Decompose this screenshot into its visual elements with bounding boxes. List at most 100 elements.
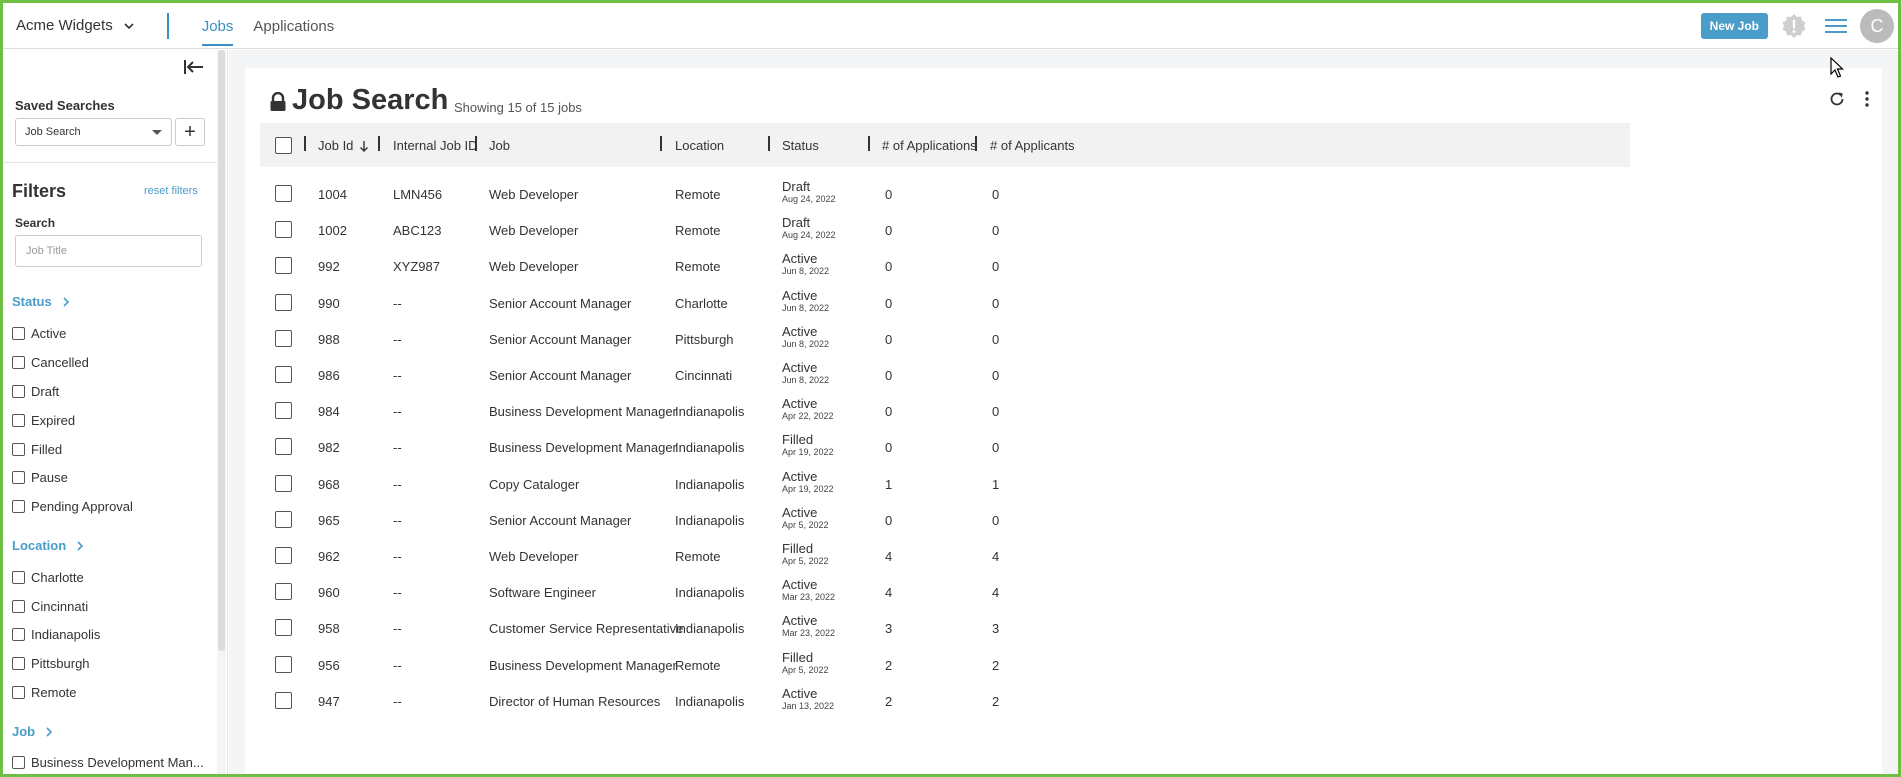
checkbox[interactable]: [12, 756, 25, 769]
sidebar-scrollbar-thumb[interactable]: [218, 50, 225, 651]
row-checkbox[interactable]: [275, 583, 292, 601]
user-avatar[interactable]: C: [1860, 9, 1894, 43]
table-row[interactable]: 982 -- Business Development Manager Indiana…: [260, 429, 1630, 465]
table-row[interactable]: 958 -- Customer Service Representative Indi…: [260, 610, 1630, 646]
page-title: Job Search: [292, 84, 449, 116]
filter-location-pittsburgh[interactable]: Pittsburgh: [12, 656, 90, 671]
row-checkbox[interactable]: [275, 655, 292, 673]
new-job-button[interactable]: New Job: [1700, 13, 1768, 39]
tab-jobs[interactable]: Jobs: [201, 5, 234, 46]
column-divider[interactable]: [768, 136, 770, 151]
table-row[interactable]: 986 -- Senior Account Manager Cincinnati 0 0 A…: [260, 357, 1630, 393]
column-internal-job-id[interactable]: Internal Job ID: [393, 138, 478, 153]
filter-location-indianapolis[interactable]: Indianapolis: [12, 627, 100, 642]
filter-status-cancelled[interactable]: Cancelled: [12, 355, 89, 370]
checkbox[interactable]: [12, 600, 25, 613]
status-label: Active: [782, 360, 818, 375]
row-checkbox[interactable]: [275, 438, 292, 456]
column-divider[interactable]: [475, 136, 477, 151]
filter-status-expired[interactable]: Expired: [12, 413, 75, 428]
column-divider[interactable]: [660, 136, 662, 151]
row-checkbox[interactable]: [275, 185, 292, 202]
filter-status-pending-approval[interactable]: Pending Approval: [12, 499, 133, 514]
row-checkbox[interactable]: [275, 329, 292, 347]
filter-status-active[interactable]: Active: [12, 326, 66, 341]
checkbox[interactable]: [12, 686, 25, 699]
column-divider[interactable]: [975, 136, 977, 151]
cell-job-title: Web Developer: [489, 223, 579, 239]
checkbox[interactable]: [12, 385, 25, 398]
table-row[interactable]: 984 -- Business Development Manager Indiana…: [260, 393, 1630, 429]
job-title-search-input[interactable]: [15, 235, 202, 267]
status-label: Active: [782, 251, 818, 267]
checkbox[interactable]: [12, 500, 25, 513]
table-row[interactable]: 947 -- Director of Human Resources Indianap…: [260, 683, 1630, 719]
table-row[interactable]: 1002 ABC123 Web Developer Remote 0 0 Draft Aug …: [260, 212, 1630, 248]
checkbox[interactable]: [12, 571, 25, 584]
cell-status: Active Apr 22, 2022: [782, 397, 834, 422]
add-saved-search-button[interactable]: +: [175, 118, 205, 146]
row-checkbox[interactable]: [275, 547, 292, 564]
filter-job-business-development-manager[interactable]: Business Development Man...: [12, 755, 204, 770]
refresh-icon[interactable]: [1828, 90, 1846, 108]
facet-job-header[interactable]: Job: [12, 724, 53, 739]
cell-location: Indianapolis: [675, 621, 745, 637]
tab-applications[interactable]: Applications: [253, 5, 334, 46]
table-row[interactable]: 1004 LMN456 Web Developer Remote 0 0 Draft Aug …: [260, 176, 1630, 212]
checkbox[interactable]: [12, 628, 25, 641]
checkbox[interactable]: [12, 356, 25, 369]
filter-location-charlotte[interactable]: Charlotte: [12, 570, 84, 585]
select-all-checkbox[interactable]: [275, 137, 292, 154]
checkbox[interactable]: [12, 414, 25, 427]
filter-status-filled[interactable]: Filled: [12, 442, 62, 457]
facet-location-header[interactable]: Location: [12, 538, 84, 553]
table-row[interactable]: 992 XYZ987 Web Developer Remote 0 0 Active Jun …: [260, 248, 1630, 284]
table-row[interactable]: 988 -- Senior Account Manager Pittsburgh 0 0 A…: [260, 321, 1630, 357]
column-job[interactable]: Job: [489, 138, 510, 153]
table-row[interactable]: 956 -- Business Development Manager Remote 2…: [260, 647, 1630, 683]
column-location[interactable]: Location: [675, 138, 724, 153]
cell-applications: 0: [885, 331, 893, 347]
org-switcher[interactable]: Acme Widgets: [16, 17, 135, 34]
row-checkbox[interactable]: [275, 257, 292, 275]
column-applications[interactable]: # of Applications: [882, 138, 977, 153]
column-job-id[interactable]: Job Id: [318, 138, 369, 153]
column-applicants[interactable]: # of Applicants: [990, 138, 1075, 153]
cell-internal-job-id: --: [393, 404, 402, 420]
column-divider[interactable]: [868, 136, 870, 151]
alert-badge-icon[interactable]: [1781, 13, 1807, 39]
filter-location-remote[interactable]: Remote: [12, 685, 77, 700]
sort-descending-icon[interactable]: [359, 140, 369, 152]
more-options-icon[interactable]: [1860, 90, 1874, 108]
reset-filters-link[interactable]: reset filters: [144, 185, 198, 197]
column-divider[interactable]: [304, 136, 306, 151]
row-checkbox[interactable]: [275, 293, 292, 311]
cell-status: Active Jun 8, 2022: [782, 361, 829, 386]
table-row[interactable]: 968 -- Copy Cataloger Indianapolis 1 1 Active A…: [260, 466, 1630, 502]
row-checkbox[interactable]: [275, 510, 292, 528]
checkbox[interactable]: [12, 657, 25, 670]
hamburger-menu-icon[interactable]: [1824, 16, 1848, 36]
row-checkbox[interactable]: [275, 474, 292, 492]
facet-status-header[interactable]: Status: [12, 294, 70, 309]
row-checkbox[interactable]: [275, 402, 292, 420]
row-checkbox[interactable]: [275, 366, 292, 383]
filter-status-pause[interactable]: Pause: [12, 470, 68, 485]
table-row[interactable]: 965 -- Senior Account Manager Indianapolis 0…: [260, 502, 1630, 538]
checkbox[interactable]: [12, 443, 25, 456]
table-row[interactable]: 960 -- Software Engineer Indianapolis 4 4 Acti…: [260, 574, 1630, 610]
row-checkbox[interactable]: [275, 691, 292, 709]
row-checkbox[interactable]: [275, 221, 292, 239]
cell-applicants: 4: [992, 585, 1000, 601]
filter-status-draft[interactable]: Draft: [12, 384, 59, 399]
row-checkbox[interactable]: [275, 619, 292, 637]
column-divider[interactable]: [378, 136, 380, 151]
collapse-sidebar-icon[interactable]: [183, 58, 205, 76]
filter-location-cincinnati[interactable]: Cincinnati: [12, 599, 88, 614]
table-row[interactable]: 962 -- Web Developer Remote 4 4 Filled Apr 5, 2…: [260, 538, 1630, 574]
column-status[interactable]: Status: [782, 138, 819, 153]
table-row[interactable]: 990 -- Senior Account Manager Charlotte 0 0 Ac…: [260, 285, 1630, 321]
checkbox[interactable]: [12, 327, 25, 340]
checkbox[interactable]: [12, 471, 25, 484]
saved-search-select[interactable]: Job Search: [15, 118, 172, 146]
